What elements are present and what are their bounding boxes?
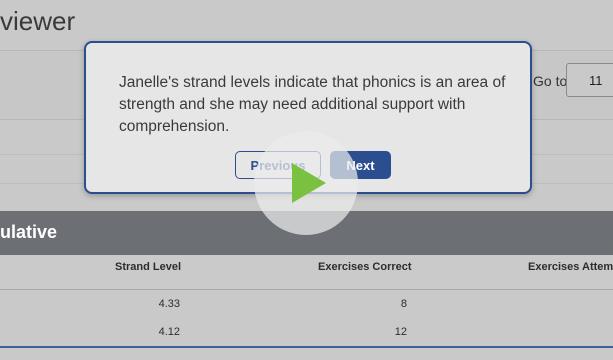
cell-exercises-correct: 12 bbox=[394, 326, 407, 338]
cell-exercises-correct: 8 bbox=[400, 298, 407, 310]
page-title: viewer bbox=[0, 6, 76, 36]
cell-strand-level: 4.12 bbox=[158, 326, 180, 338]
play-icon bbox=[292, 163, 326, 203]
table-row bbox=[0, 318, 613, 347]
section-title: ulative bbox=[0, 222, 58, 242]
column-header-row bbox=[0, 255, 613, 290]
goto-page-input[interactable] bbox=[566, 63, 613, 97]
goto-label: Go to bbox=[533, 73, 568, 89]
cell-strand-level: 4.33 bbox=[158, 298, 180, 310]
table-row bbox=[0, 290, 613, 319]
column-header-exercises-attempted[interactable]: Exercises Attemp bbox=[528, 261, 613, 273]
tooltip-text: Janelle's strand levels indicate that ph… bbox=[119, 74, 506, 135]
column-header-strand-level[interactable]: Strand Level bbox=[115, 261, 181, 273]
row-accent-divider bbox=[0, 346, 613, 348]
column-header-exercises-correct[interactable]: Exercises Correct bbox=[318, 261, 412, 273]
play-button[interactable] bbox=[254, 131, 358, 235]
page: viewer Go to nt ulative Strand Level Exe… bbox=[0, 0, 613, 360]
